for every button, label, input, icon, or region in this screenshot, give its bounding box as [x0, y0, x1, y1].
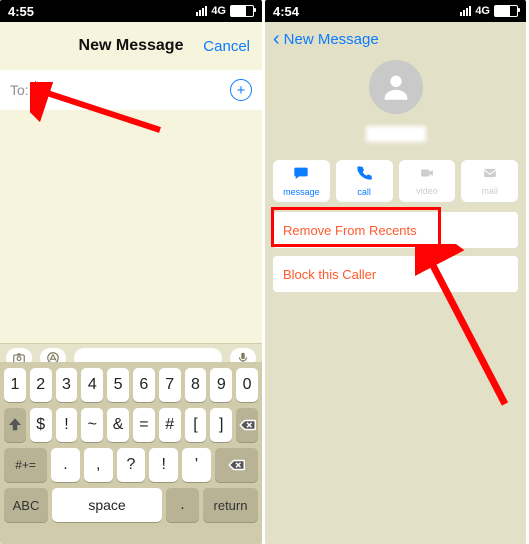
space-key[interactable]: space: [52, 488, 162, 522]
status-right: 4G: [196, 5, 254, 17]
mail-icon: [481, 166, 499, 184]
key-#[interactable]: #: [159, 408, 181, 442]
keyboard: 1234567890 $!~&=#[] #+= .,?!' ABC space …: [0, 362, 262, 544]
back-label[interactable]: New Message: [284, 31, 379, 48]
kb-row-1: 1234567890: [4, 368, 258, 402]
call-label: call: [357, 187, 371, 197]
battery-icon: [230, 5, 254, 17]
text-cursor: [35, 81, 36, 99]
status-bar: 4:54 4G: [265, 0, 526, 22]
contact-name-redacted: [366, 126, 426, 142]
remove-from-recents-button[interactable]: Remove From Recents: [273, 212, 518, 248]
video-label: video: [416, 186, 438, 196]
message-label: message: [283, 187, 320, 197]
status-time: 4:55: [8, 4, 34, 19]
abc-key[interactable]: ABC: [4, 488, 48, 522]
key-&[interactable]: &: [107, 408, 129, 442]
mail-label: mail: [481, 186, 498, 196]
key-[[interactable]: [: [185, 408, 207, 442]
right-screenshot: 4:54 4G ‹ New Message message call: [265, 0, 526, 544]
key-2[interactable]: 2: [30, 368, 52, 402]
symbol-page-key[interactable]: #+=: [4, 448, 47, 482]
key-,[interactable]: ,: [84, 448, 113, 482]
key-3[interactable]: 3: [56, 368, 78, 402]
status-bar: 4:55 4G: [0, 0, 262, 22]
cancel-button[interactable]: Cancel: [203, 38, 250, 55]
status-right: 4G: [460, 5, 518, 17]
key-~[interactable]: ~: [81, 408, 103, 442]
kb-row-4: ABC space . return: [4, 488, 258, 522]
kb-row-2: $!~&=#[]: [4, 408, 258, 442]
status-net: 4G: [475, 5, 490, 17]
page-title: New Message: [79, 37, 184, 55]
period-key[interactable]: .: [166, 488, 199, 522]
nav-bar: New Message Cancel: [0, 22, 262, 71]
mail-action: mail: [461, 160, 518, 202]
shift-key[interactable]: [4, 408, 26, 442]
key-0[interactable]: 0: [236, 368, 258, 402]
key-![interactable]: !: [149, 448, 178, 482]
battery-icon: [494, 5, 518, 17]
kb-row-3: #+= .,?!': [4, 448, 258, 482]
key-4[interactable]: 4: [81, 368, 103, 402]
call-action[interactable]: call: [336, 160, 393, 202]
key-7[interactable]: 7: [159, 368, 181, 402]
key-9[interactable]: 9: [210, 368, 232, 402]
key-'[interactable]: ': [182, 448, 211, 482]
signal-icon: [460, 6, 471, 16]
key-=[interactable]: =: [133, 408, 155, 442]
key-.[interactable]: .: [51, 448, 80, 482]
action-row: message call video mail: [273, 160, 518, 202]
message-body-area[interactable]: [0, 110, 262, 344]
back-chevron-icon[interactable]: ‹: [273, 29, 280, 49]
key-6[interactable]: 6: [133, 368, 155, 402]
key-![interactable]: !: [56, 408, 78, 442]
to-field-row[interactable]: To: +: [0, 70, 262, 111]
phone-icon: [356, 165, 372, 185]
signal-icon: [196, 6, 207, 16]
add-contact-button[interactable]: +: [230, 79, 252, 101]
nav-bar: ‹ New Message: [265, 22, 526, 56]
video-icon: [418, 166, 436, 184]
left-screenshot: 4:55 4G New Message Cancel To: + 1234567…: [0, 0, 262, 544]
avatar: [369, 60, 423, 114]
message-action[interactable]: message: [273, 160, 330, 202]
key-$[interactable]: $: [30, 408, 52, 442]
key-1[interactable]: 1: [4, 368, 26, 402]
key-8[interactable]: 8: [185, 368, 207, 402]
delete-key[interactable]: [215, 448, 258, 482]
return-key[interactable]: return: [203, 488, 258, 522]
key-5[interactable]: 5: [107, 368, 129, 402]
to-label: To:: [10, 82, 29, 98]
message-icon: [292, 165, 310, 185]
status-time: 4:54: [273, 4, 299, 19]
key-][interactable]: ]: [210, 408, 232, 442]
key-?[interactable]: ?: [117, 448, 146, 482]
delete-key[interactable]: [236, 408, 258, 442]
block-this-caller-button[interactable]: Block this Caller: [273, 256, 518, 292]
status-net: 4G: [211, 5, 226, 17]
video-action: video: [399, 160, 456, 202]
